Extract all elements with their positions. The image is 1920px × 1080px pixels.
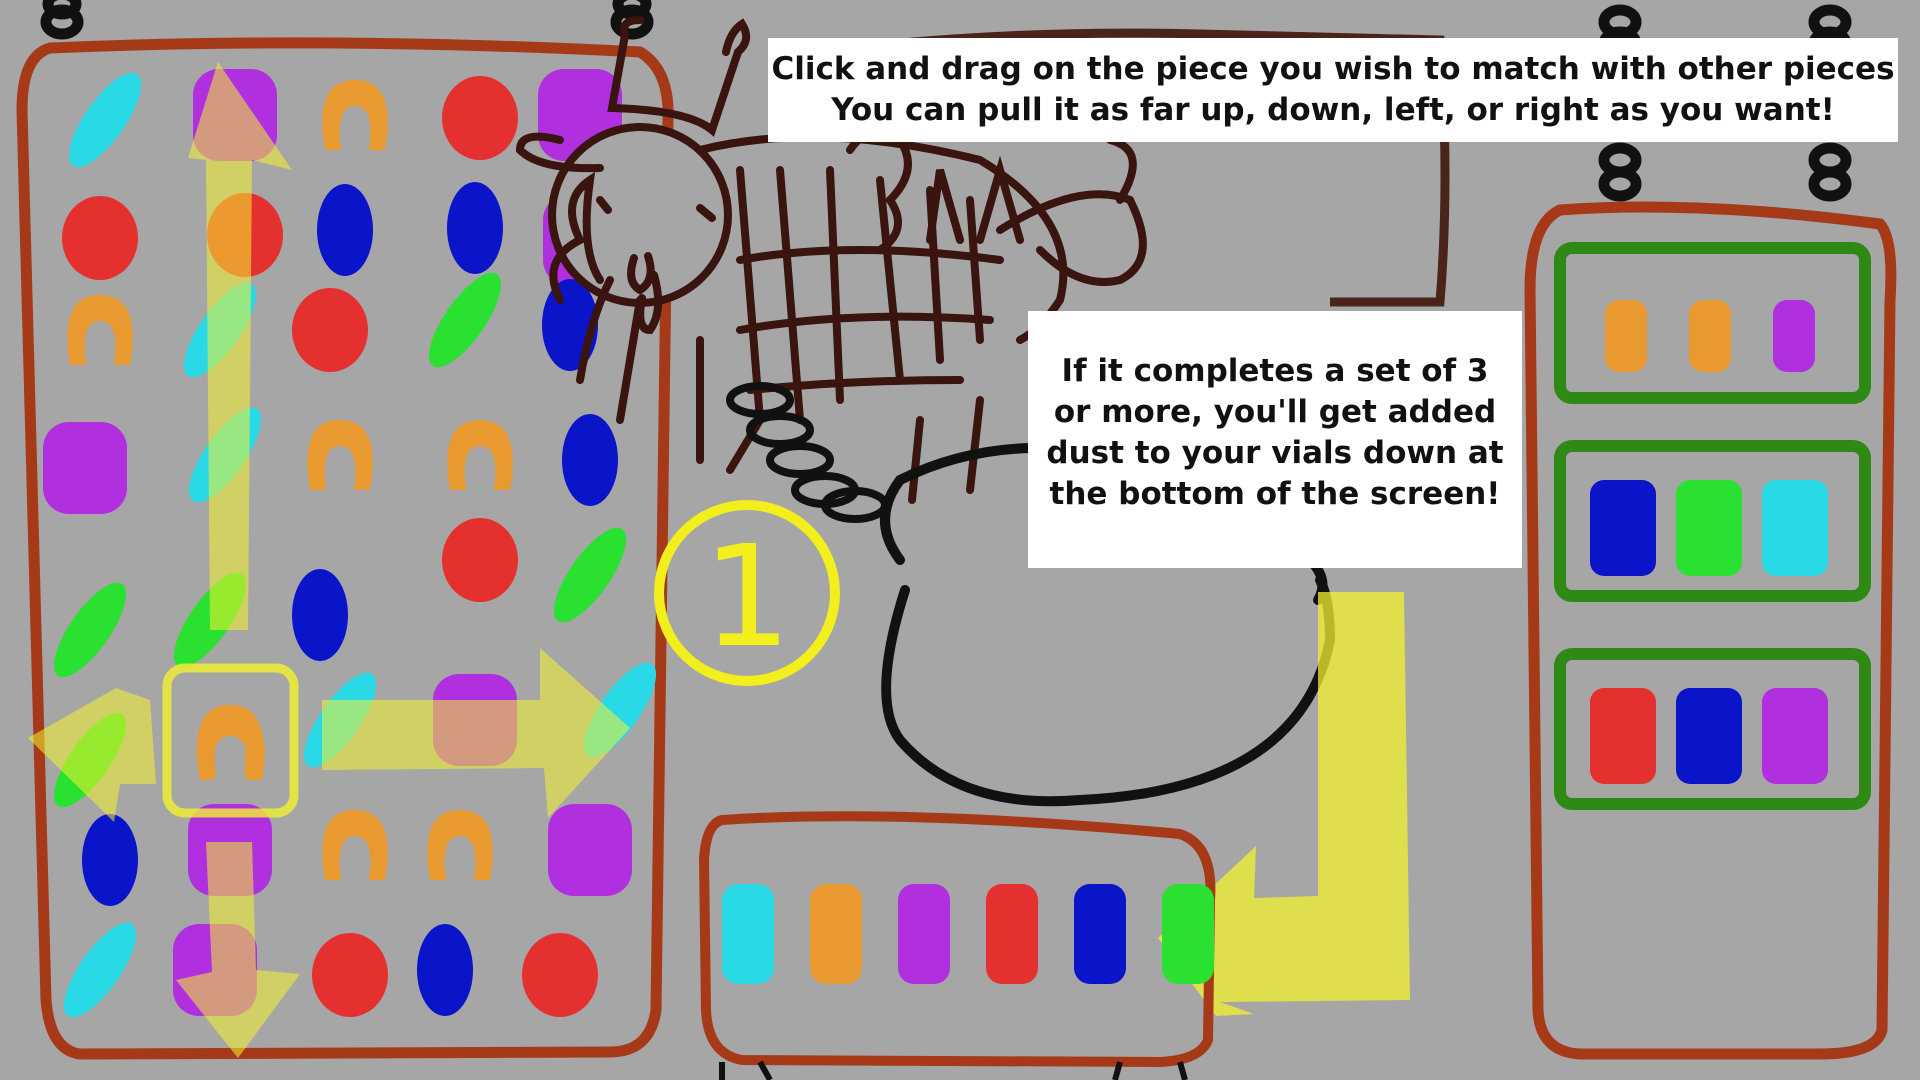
board-piece-red[interactable] — [442, 76, 518, 160]
shelf-vial-cyan — [1762, 480, 1828, 576]
shelf-vial-purple — [1773, 300, 1815, 372]
board-piece-green[interactable] — [541, 518, 638, 633]
game-scene: 1 — [16, 0, 1897, 1080]
board-piece-blue[interactable] — [447, 182, 503, 274]
instruction-line: If it completes a set of 3 — [1061, 353, 1489, 389]
board-piece-red[interactable] — [312, 933, 388, 1017]
vial-green — [1162, 884, 1214, 984]
shelf-vial-orange — [1605, 300, 1647, 372]
instruction-line: the bottom of the screen! — [1049, 476, 1501, 512]
board-piece-green[interactable] — [416, 263, 513, 378]
board-piece-blue[interactable] — [417, 924, 473, 1016]
vial-tray-frame — [698, 811, 1216, 1068]
vial-red — [986, 884, 1038, 984]
board-piece-purple[interactable] — [548, 804, 632, 896]
board-piece-purple[interactable] — [43, 422, 127, 514]
board-piece-cyan[interactable] — [56, 63, 153, 178]
board-piece-orange[interactable] — [322, 810, 388, 880]
board-piece-orange[interactable] — [427, 810, 493, 880]
shelf-compartments — [1554, 242, 1871, 810]
instruction-line: You can pull it as far up, down, left, o… — [831, 92, 1835, 128]
instruction-line: dust to your vials down at — [1046, 435, 1504, 471]
vial-blue — [1074, 884, 1126, 984]
board-piece-cyan[interactable] — [51, 913, 148, 1028]
instruction-panel-drag: Click and drag on the piece you wish to … — [768, 38, 1898, 142]
vial-purple — [898, 884, 950, 984]
coil-spring — [726, 382, 889, 523]
board-piece-orange[interactable] — [322, 80, 388, 150]
selected-piece-highlight — [162, 663, 299, 818]
shelf-vial-green — [1676, 480, 1742, 576]
arrow-left-icon — [28, 688, 156, 822]
board-piece-blue[interactable] — [562, 414, 618, 506]
instruction-line: Click and drag on the piece you wish to … — [771, 51, 1895, 87]
board-piece-red[interactable] — [292, 288, 368, 372]
shelf-vial-orange — [1689, 300, 1731, 372]
board-piece-orange[interactable] — [447, 420, 513, 490]
shelf-vial-blue — [1676, 688, 1742, 784]
instruction-panel-match: If it completes a set of 3 or more, you'… — [1028, 311, 1522, 568]
instruction-line: or more, you'll get added — [1053, 394, 1497, 430]
board-piece-orange[interactable] — [307, 420, 373, 490]
shelf-vial-red — [1590, 688, 1656, 784]
board-piece-red[interactable] — [442, 518, 518, 602]
vial-tray — [722, 884, 1214, 984]
vial-cyan — [722, 884, 774, 984]
selected-piece[interactable] — [196, 708, 265, 780]
shelf-vial-purple — [1762, 688, 1828, 784]
step-marker: 1 — [654, 500, 840, 686]
board-piece-green[interactable] — [41, 573, 138, 688]
board-piece-red[interactable] — [522, 933, 598, 1017]
board-piece-blue[interactable] — [317, 184, 373, 276]
vial-orange — [810, 884, 862, 984]
board-piece-red[interactable] — [62, 196, 138, 280]
shelf-vial-blue — [1590, 480, 1656, 576]
board-piece-blue[interactable] — [292, 569, 348, 661]
step-number: 1 — [702, 516, 791, 679]
board-piece-blue[interactable] — [82, 814, 138, 906]
board-piece-orange[interactable] — [67, 295, 133, 365]
